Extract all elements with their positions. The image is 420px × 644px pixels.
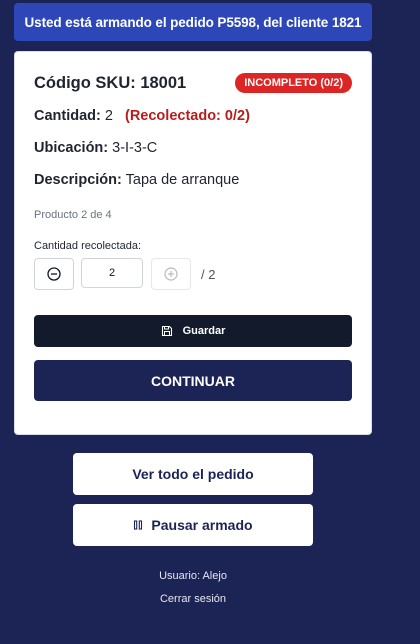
order-banner-text: Usted está armando el pedido P5598, del … — [24, 14, 362, 30]
pause-order-label: Pausar armado — [151, 517, 253, 533]
continue-button[interactable]: CONTINUAR — [34, 360, 352, 401]
order-banner: Usted está armando el pedido P5598, del … — [14, 3, 372, 41]
increment-button[interactable] — [151, 258, 191, 290]
current-user: Usuario: Alejo — [159, 570, 227, 582]
sku-row: Código SKU: 18001 INCOMPLETO (0/2) — [34, 73, 352, 96]
minus-circle-icon — [47, 267, 61, 281]
logout-link[interactable]: Cerrar sesión — [0, 593, 386, 605]
quantity-label: Cantidad: — [34, 108, 101, 124]
quantity-collected-label: Cantidad recolectada: — [34, 240, 142, 252]
product-card: Código SKU: 18001 INCOMPLETO (0/2) Canti… — [14, 51, 372, 435]
decrement-button[interactable] — [34, 258, 74, 290]
continue-button-label: CONTINUAR — [151, 372, 235, 389]
pause-icon — [134, 520, 143, 530]
location-line: Ubicación: 3-I-3-C — [34, 140, 157, 156]
quantity-value: 2 — [104, 108, 113, 124]
location-label: Ubicación: — [34, 140, 109, 156]
description-label: Descripción: — [34, 172, 122, 188]
description-line: Descripción: Tapa de arranque — [34, 172, 239, 188]
floppy-disk-icon — [161, 325, 172, 337]
plus-circle-icon — [164, 267, 178, 281]
quantity-input[interactable] — [81, 258, 143, 288]
description-value: Tapa de arranque — [125, 172, 240, 188]
view-order-button[interactable]: Ver todo el pedido — [73, 453, 313, 495]
sku-title: Código SKU: 18001 — [34, 74, 187, 92]
save-button-label: Guardar — [182, 325, 226, 337]
collected-status: (Recolectado: 0/2) — [125, 108, 250, 124]
product-progress: Producto 2 de 4 — [34, 209, 112, 221]
pause-order-button[interactable]: Pausar armado — [73, 504, 313, 546]
save-button[interactable]: Guardar — [34, 315, 352, 347]
quantity-line: Cantidad: 2 (Recolectado: 0/2) — [34, 108, 250, 124]
location-value: 3-I-3-C — [112, 140, 158, 156]
quantity-max: / 2 — [201, 267, 216, 282]
status-badge: INCOMPLETO (0/2) — [235, 73, 352, 93]
view-order-label: Ver todo el pedido — [132, 466, 254, 482]
